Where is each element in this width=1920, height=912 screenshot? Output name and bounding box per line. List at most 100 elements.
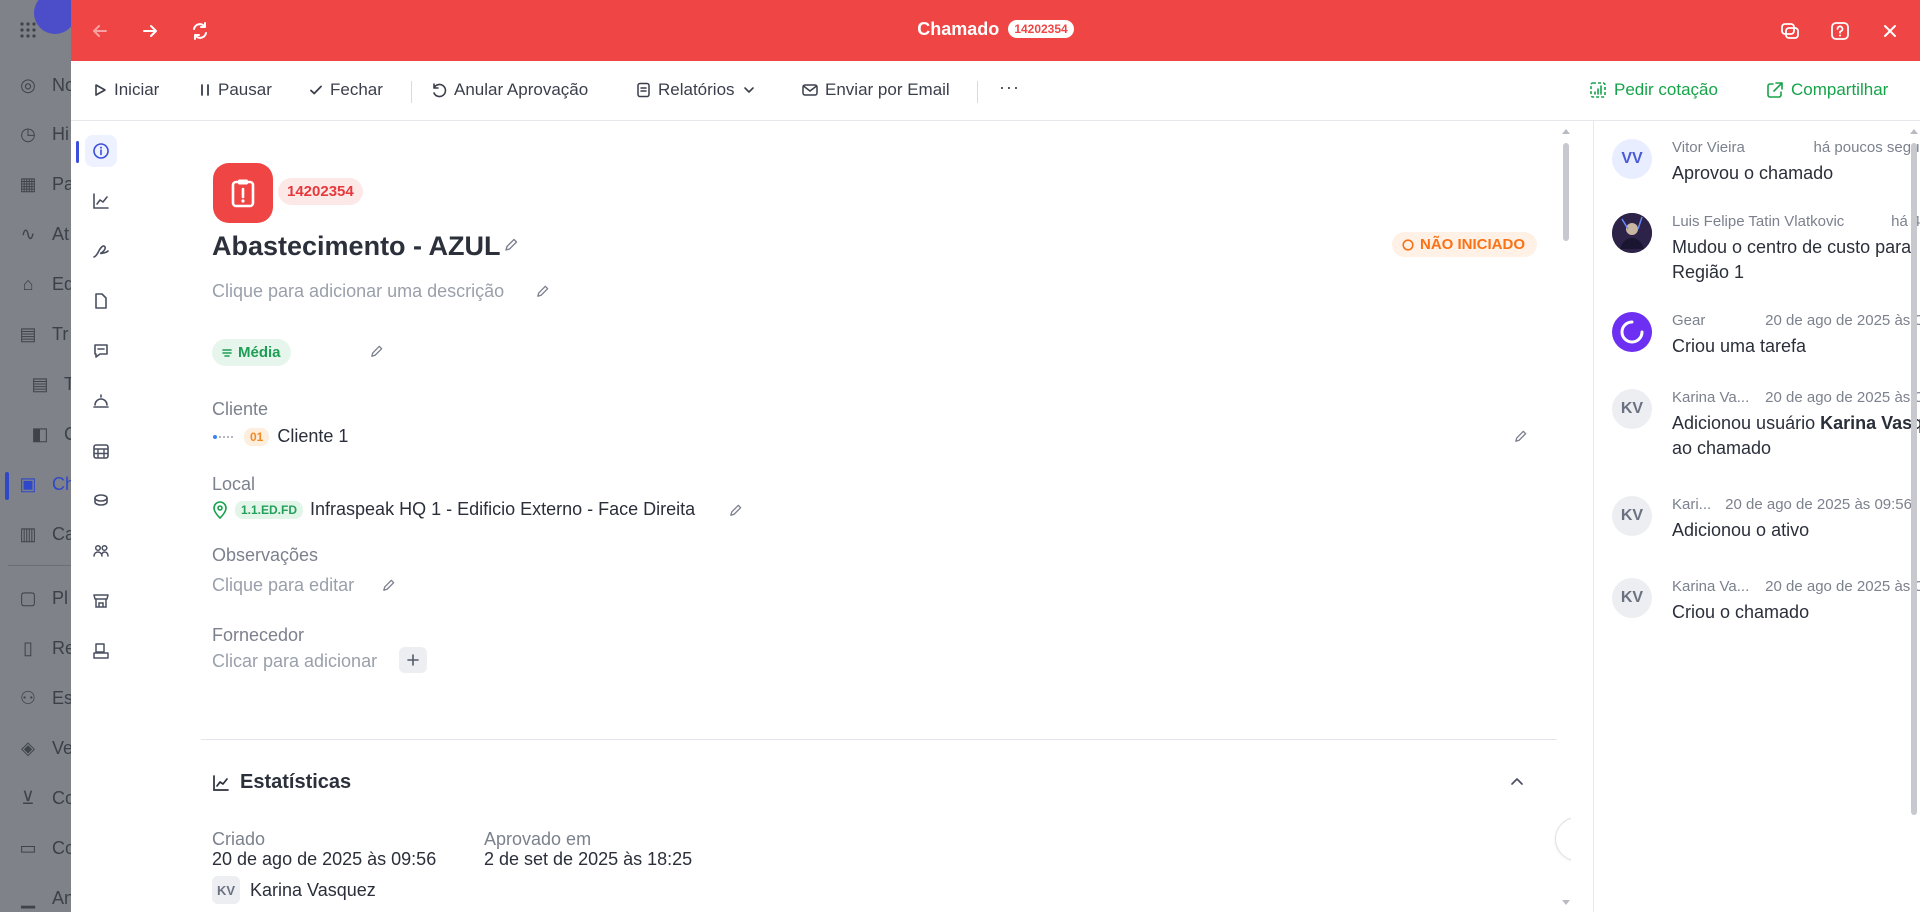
close-ticket-button[interactable]: Fechar <box>309 80 383 100</box>
edit-priority-button[interactable] <box>369 344 384 364</box>
calendar-icon: ▤ <box>19 324 37 344</box>
location-label: Local <box>212 474 256 494</box>
grid-icon <box>18 20 38 40</box>
priority-badge[interactable]: Média <box>212 339 291 366</box>
section-rail <box>71 121 131 912</box>
activity-time: há poucos segundos <box>1813 139 1920 156</box>
client-value[interactable]: 01 Cliente 1 <box>212 426 348 447</box>
activity-scrollbar[interactable] <box>1908 121 1920 912</box>
bg-nav-item[interactable]: ▦ Pa <box>18 174 74 195</box>
chat-button[interactable] <box>1777 18 1803 44</box>
undo-icon <box>433 83 447 98</box>
send-email-button[interactable]: Enviar por Email <box>802 80 950 100</box>
doc-icon: ▯ <box>23 638 33 658</box>
signature-icon <box>93 245 109 258</box>
section-divider <box>201 739 1557 740</box>
main-scrollbar[interactable] <box>1559 121 1571 912</box>
chevron-up-icon <box>1511 778 1523 785</box>
bg-nav-item[interactable]: ▭ Co <box>18 838 75 859</box>
activity-author: Vitor Vieira <box>1672 139 1745 156</box>
bg-nav-item[interactable]: ⚇ Es <box>18 688 73 709</box>
rail-documents-button[interactable] <box>85 285 117 317</box>
dashboard-icon: ▦ <box>19 174 37 194</box>
add-supplier-button[interactable] <box>399 647 427 673</box>
more-actions-button[interactable]: ··· <box>999 77 1020 98</box>
rail-service-button[interactable] <box>85 385 117 417</box>
edit-client-button[interactable] <box>1513 429 1528 449</box>
cancel-approval-button[interactable]: Anular Aprovação <box>431 80 588 100</box>
chat-icon <box>1781 23 1799 39</box>
request-quote-button[interactable]: Pedir cotação <box>1589 80 1718 100</box>
edit-title-button[interactable] <box>503 237 519 258</box>
bg-nav-item[interactable]: ▥ Ca <box>18 524 75 545</box>
edit-notes-button[interactable] <box>381 578 396 598</box>
scroll-up-arrow-icon <box>1910 129 1918 134</box>
activity-text: Criou uma tarefa <box>1672 336 1807 356</box>
activity-text: Adicionou o ativo <box>1672 520 1810 540</box>
notes-label: Observações <box>212 545 319 565</box>
supplier-placeholder[interactable]: Clicar para adicionar <box>212 651 377 672</box>
notes-placeholder[interactable]: Clique para editar <box>212 575 354 596</box>
pencil-icon <box>383 579 395 591</box>
edit-location-button[interactable] <box>728 503 743 523</box>
location-value[interactable]: 1.1.ED.FD Infraspeak HQ 1 - Edificio Ext… <box>212 499 695 520</box>
close-modal-button[interactable] <box>1877 18 1903 44</box>
rail-active-indicator <box>76 141 79 163</box>
ticket-id-badge: 14202354 <box>1008 20 1074 38</box>
chart-icon: ▁ <box>21 888 35 908</box>
stats-section-header[interactable]: Estatísticas <box>212 771 351 794</box>
rail-info-button[interactable] <box>85 135 117 167</box>
bg-nav-item[interactable]: ▁ An <box>18 888 74 909</box>
globe-icon: ◎ <box>20 75 36 95</box>
bg-nav-item[interactable]: ∿ At <box>18 224 69 245</box>
pencil-icon <box>537 285 549 297</box>
client-name: Cliente 1 <box>277 426 349 446</box>
users-icon: ⚇ <box>19 688 37 708</box>
edit-description-button[interactable] <box>535 284 550 304</box>
activity-author: Karina Va... <box>1672 389 1750 406</box>
description-placeholder[interactable]: Clique para adicionar uma descrição <box>212 281 504 302</box>
rail-costs-button[interactable] <box>85 485 117 517</box>
pencil-icon <box>1515 430 1527 442</box>
bg-nav-item[interactable]: ◈ Ve <box>18 738 73 759</box>
bg-nav-item-active[interactable]: ▣ Ch <box>18 474 75 495</box>
collapse-stats-button[interactable] <box>1509 774 1525 795</box>
rail-inbox-button[interactable] <box>85 635 117 667</box>
scroll-down-arrow-icon <box>1562 900 1570 905</box>
bg-nav-item[interactable]: ▢ Pl <box>18 588 68 609</box>
ticket-details: 14202354 Abastecimento - AZUL NÃO INICIA… <box>131 121 1571 912</box>
bg-nav-item[interactable]: ▯ Re <box>18 638 75 659</box>
help-button[interactable] <box>1827 18 1853 44</box>
rail-signature-button[interactable] <box>85 235 117 267</box>
created-label: Criado <box>212 829 266 849</box>
ticket-number-badge: 14202354 <box>278 178 363 205</box>
bg-nav-item[interactable]: ⊻ Co <box>18 788 75 809</box>
activity-scrollbar-thumb[interactable] <box>1911 143 1917 815</box>
bg-nav-item[interactable]: ▤ T <box>30 374 75 395</box>
map-pin-icon <box>213 500 227 519</box>
location-code-chip: 1.1.ED.FD <box>235 500 304 519</box>
bg-nav-item[interactable]: ◧C <box>30 424 77 445</box>
bg-nav-item[interactable]: ▤ Tr <box>18 324 68 345</box>
pause-icon <box>201 84 209 96</box>
bg-nav-item[interactable]: ⌂ Ed <box>18 274 74 295</box>
rail-calendar-button[interactable] <box>85 435 117 467</box>
mail-icon <box>802 84 818 96</box>
apps-grid-button[interactable] <box>18 20 38 40</box>
plus-icon <box>407 654 419 666</box>
bg-nav-item[interactable]: ◎ No <box>18 75 75 96</box>
reports-dropdown[interactable]: Relatórios <box>636 80 756 100</box>
start-button[interactable]: Iniciar <box>93 80 159 100</box>
rail-stats-button[interactable] <box>85 185 117 217</box>
rail-comments-button[interactable] <box>85 335 117 367</box>
bg-nav-item[interactable]: ◷ Hi <box>18 124 69 145</box>
pause-button[interactable]: Pausar <box>199 80 272 100</box>
activity-time: 20 de ago de 2025 às 09:56 <box>1725 496 1912 513</box>
activity-text: Mudou o centro de custo para Região 1 <box>1672 237 1912 282</box>
share-button[interactable]: Compartilhar <box>1766 80 1888 100</box>
avatar: KV <box>212 876 240 904</box>
activity-author: Gear <box>1672 312 1706 329</box>
main-scrollbar-thumb[interactable] <box>1563 143 1569 241</box>
rail-store-button[interactable] <box>85 585 117 617</box>
rail-users-button[interactable] <box>85 535 117 567</box>
